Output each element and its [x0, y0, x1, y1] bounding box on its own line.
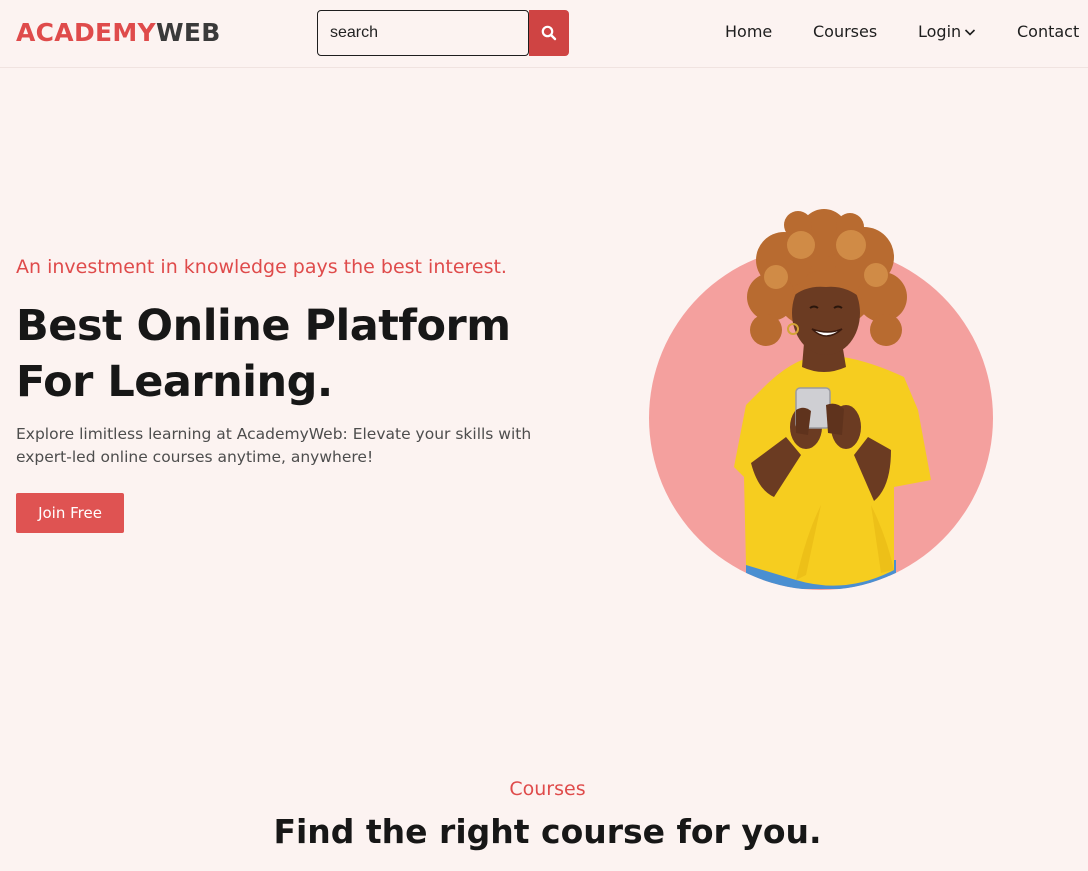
nav-contact-link[interactable]: Contact [1017, 22, 1079, 41]
hero-title-line2: For Learning. [16, 357, 333, 407]
join-free-button[interactable]: Join Free [16, 493, 124, 533]
chevron-down-icon [965, 28, 976, 36]
nav-login-dropdown[interactable]: Login [918, 22, 976, 41]
courses-section-title: Find the right course for you. [273, 812, 822, 851]
nav-login-label: Login [918, 22, 962, 41]
hero-student-illustration [649, 209, 993, 590]
main-nav: Home Courses Login Contact [0, 22, 1088, 46]
hero-tagline: An investment in knowledge pays the best… [16, 256, 507, 278]
courses-section-label: Courses [509, 778, 586, 800]
nav-home-link[interactable]: Home [725, 22, 772, 41]
nav-courses-link[interactable]: Courses [813, 22, 877, 41]
hero-title-line1: Best Online Platform [16, 301, 511, 351]
hero-description: Explore limitless learning at AcademyWeb… [16, 425, 532, 466]
top-navbar: ACADEMYWEB Home Courses Login Contact [0, 0, 1088, 68]
hero-title: Best Online Platform For Learning. [16, 298, 536, 410]
